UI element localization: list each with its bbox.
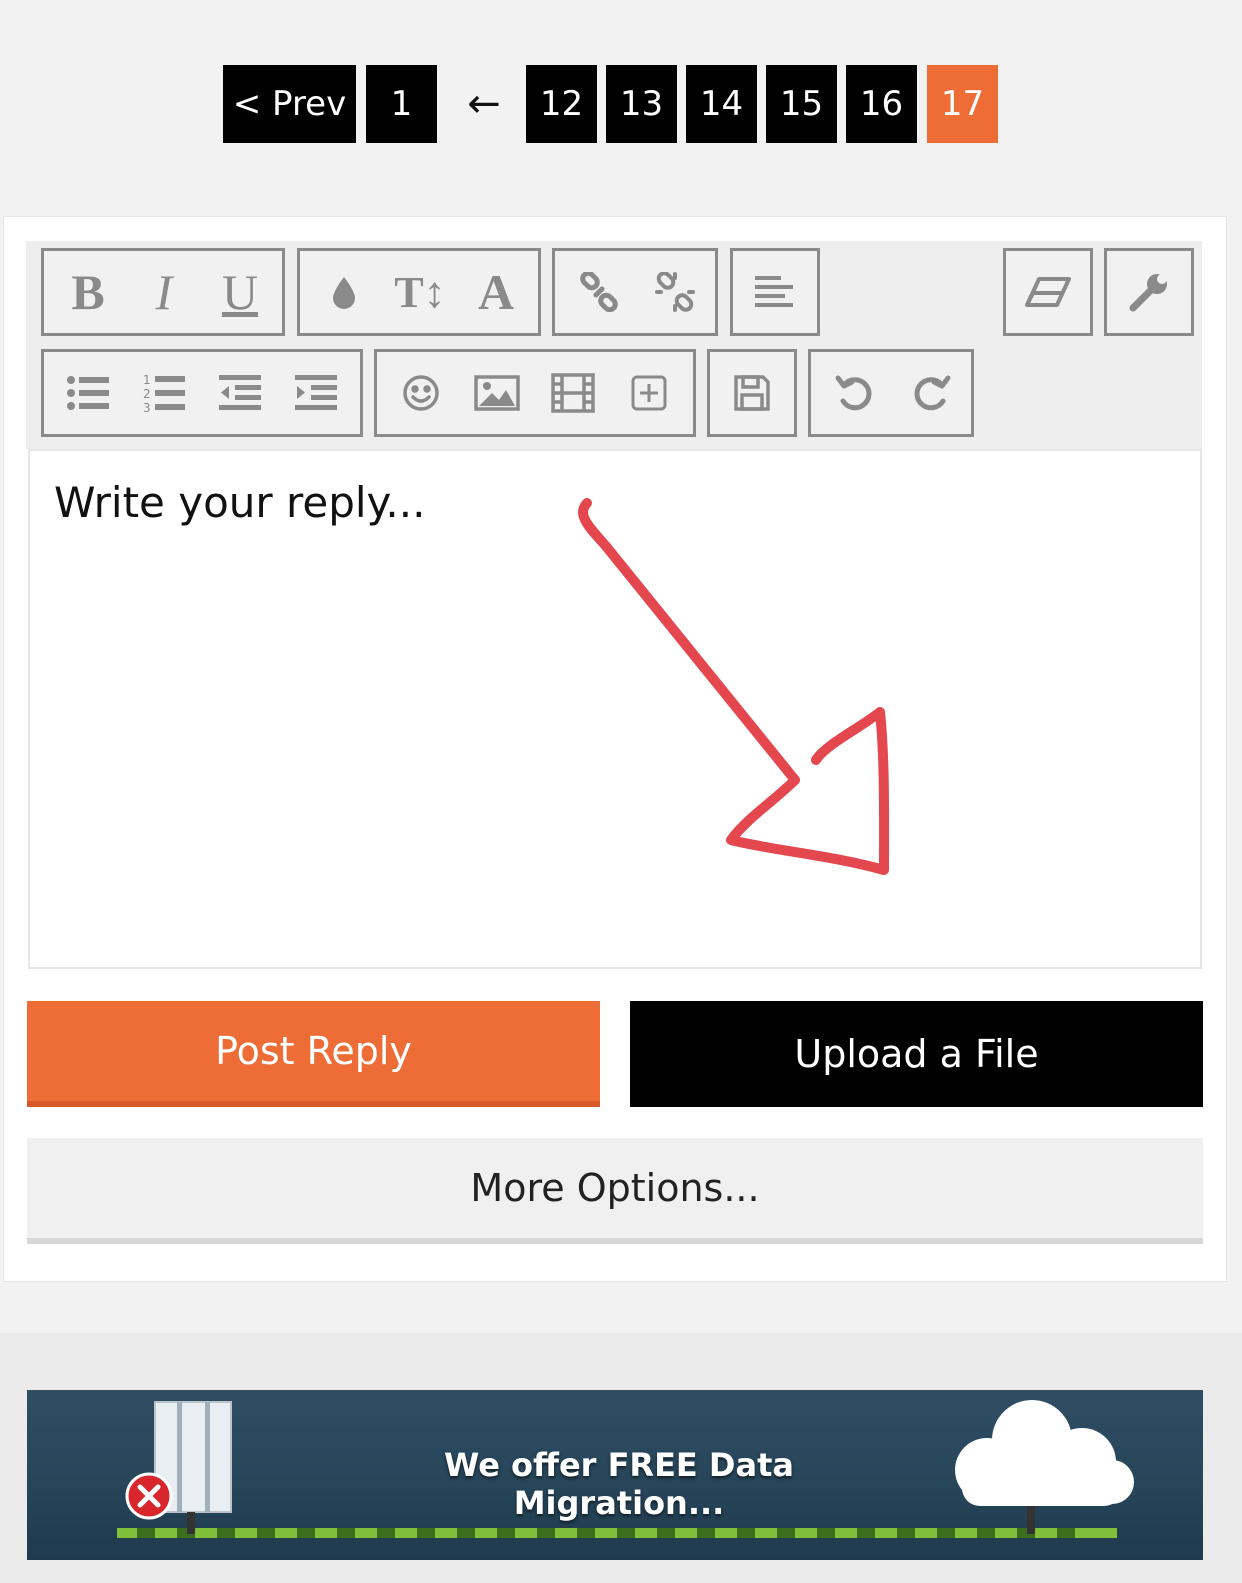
align-button[interactable]	[737, 251, 813, 333]
outdent-icon	[219, 375, 261, 410]
outdent-button[interactable]	[202, 352, 278, 434]
wrench-icon	[1129, 274, 1167, 312]
numbered-list-icon: 1 2 3	[143, 373, 185, 413]
redo-icon	[914, 375, 951, 411]
save-draft-button[interactable]	[714, 352, 790, 434]
page-14-button[interactable]: 14	[686, 65, 757, 143]
tools-button[interactable]	[1111, 251, 1187, 333]
video-button[interactable]	[535, 352, 611, 434]
svg-text:3: 3	[143, 401, 151, 413]
pagination: < Prev 1 ← 12 13 14 15 16 17	[0, 65, 1242, 143]
text-color-button[interactable]	[306, 251, 382, 333]
emoji-button[interactable]	[383, 352, 459, 434]
link-button[interactable]	[561, 251, 637, 333]
font-family-button[interactable]: A	[458, 251, 534, 333]
unlink-icon	[655, 272, 695, 312]
ad-text: We offer FREE Data Migration...	[444, 1446, 794, 1522]
bold-button[interactable]: B	[50, 251, 126, 333]
insert-media-group	[374, 349, 696, 437]
insert-button[interactable]	[611, 352, 687, 434]
undo-icon	[835, 375, 872, 411]
underline-button[interactable]: U	[202, 251, 278, 333]
unlink-button[interactable]	[637, 251, 713, 333]
remove-format-button[interactable]	[1010, 251, 1086, 333]
smiley-icon	[403, 375, 439, 411]
save-draft-group	[707, 349, 797, 437]
align-group	[730, 248, 820, 336]
history-group	[808, 349, 974, 437]
link-group	[552, 248, 718, 336]
reply-editor[interactable]	[28, 449, 1202, 969]
redo-button[interactable]	[893, 352, 969, 434]
list-group: 1 2 3	[41, 349, 363, 437]
font-group: T↕ A	[297, 248, 541, 336]
plus-box-icon	[631, 375, 667, 411]
bulleted-list-icon	[67, 376, 109, 410]
image-button[interactable]	[459, 352, 535, 434]
tools-group	[1104, 248, 1194, 336]
svg-text:1: 1	[143, 373, 151, 387]
page-gap-arrow: ←	[467, 81, 501, 127]
upload-file-button[interactable]: Upload a File	[630, 1001, 1203, 1107]
bulleted-list-button[interactable]	[50, 352, 126, 434]
page-13-button[interactable]: 13	[606, 65, 677, 143]
remove-format-group	[1003, 248, 1093, 336]
italic-button[interactable]: I	[126, 251, 202, 333]
eraser-icon	[1025, 277, 1071, 307]
image-icon	[474, 375, 520, 411]
font-size-button[interactable]: T↕	[382, 251, 458, 333]
svg-text:2: 2	[143, 387, 151, 401]
ad-banner[interactable]: We offer FREE Data Migration...	[27, 1390, 1203, 1560]
post-reply-button[interactable]: Post Reply	[27, 1001, 600, 1107]
page-12-button[interactable]: 12	[526, 65, 597, 143]
indent-button[interactable]	[278, 352, 354, 434]
page-16-button[interactable]: 16	[846, 65, 917, 143]
floppy-disk-icon	[734, 375, 770, 411]
more-options-button[interactable]: More Options...	[27, 1138, 1203, 1244]
indent-icon	[295, 375, 337, 410]
text-style-group: B I U	[41, 248, 285, 336]
droplet-icon	[333, 277, 355, 309]
editor-toolbar: B I U T↕ A 1 2 3	[26, 241, 1202, 449]
page-17-current[interactable]: 17	[927, 65, 998, 143]
undo-button[interactable]	[817, 352, 893, 434]
page-1-button[interactable]: 1	[366, 65, 437, 143]
numbered-list-button[interactable]: 1 2 3	[126, 352, 202, 434]
link-icon	[580, 272, 618, 312]
film-icon	[551, 373, 595, 413]
page-15-button[interactable]: 15	[766, 65, 837, 143]
prev-page-button[interactable]: < Prev	[223, 65, 356, 143]
align-left-icon	[755, 276, 793, 307]
editor-placeholder: Write your reply...	[54, 478, 426, 527]
